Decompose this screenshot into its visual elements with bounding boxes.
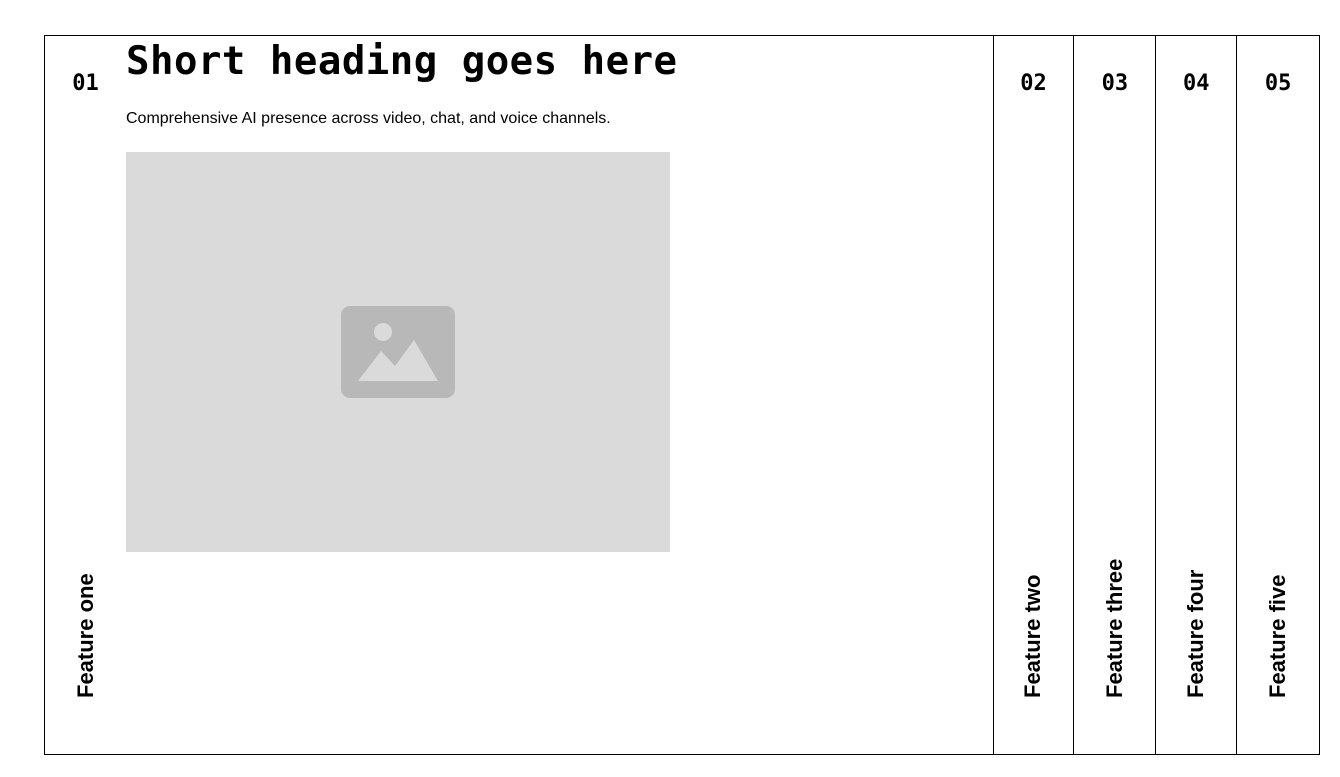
feature-accordion: 01 Feature one Short heading goes here C… bbox=[44, 35, 1320, 755]
feature-panel-3[interactable]: 03 Feature three bbox=[1074, 36, 1157, 754]
feature-number: 03 bbox=[1101, 71, 1129, 96]
feature-label-text: Feature two bbox=[1020, 574, 1046, 698]
feature-panel-1: 01 Feature one Short heading goes here C… bbox=[45, 36, 994, 754]
feature-panel-4[interactable]: 04 Feature four bbox=[1156, 36, 1238, 754]
feature-tab-label[interactable]: Feature two bbox=[994, 524, 1074, 724]
feature-tab-label[interactable]: Feature four bbox=[1156, 524, 1236, 724]
feature-label-text: Feature five bbox=[1265, 574, 1291, 699]
feature-tab-label[interactable]: Feature five bbox=[1237, 524, 1319, 724]
feature-description: Comprehensive AI presence across video, … bbox=[126, 110, 611, 127]
feature-tab-label[interactable]: Feature one bbox=[45, 524, 126, 724]
feature-heading: Short heading goes here bbox=[126, 39, 678, 84]
feature-number: 01 bbox=[72, 71, 99, 96]
feature-label-text: Feature four bbox=[1183, 569, 1209, 698]
feature-panel-2[interactable]: 02 Feature two bbox=[994, 36, 1075, 754]
feature-number: 04 bbox=[1182, 71, 1210, 96]
feature-number: 02 bbox=[1020, 71, 1047, 96]
image-placeholder-icon bbox=[341, 306, 455, 398]
feature-tab-label[interactable]: Feature three bbox=[1074, 524, 1155, 724]
feature-content: Short heading goes here Comprehensive AI… bbox=[126, 36, 726, 552]
feature-label-text: Feature three bbox=[1101, 558, 1127, 698]
feature-number: 05 bbox=[1264, 71, 1292, 96]
feature-image-placeholder bbox=[126, 152, 670, 552]
feature-panel-5[interactable]: 05 Feature five bbox=[1237, 36, 1319, 754]
feature-label-text: Feature one bbox=[72, 573, 98, 698]
